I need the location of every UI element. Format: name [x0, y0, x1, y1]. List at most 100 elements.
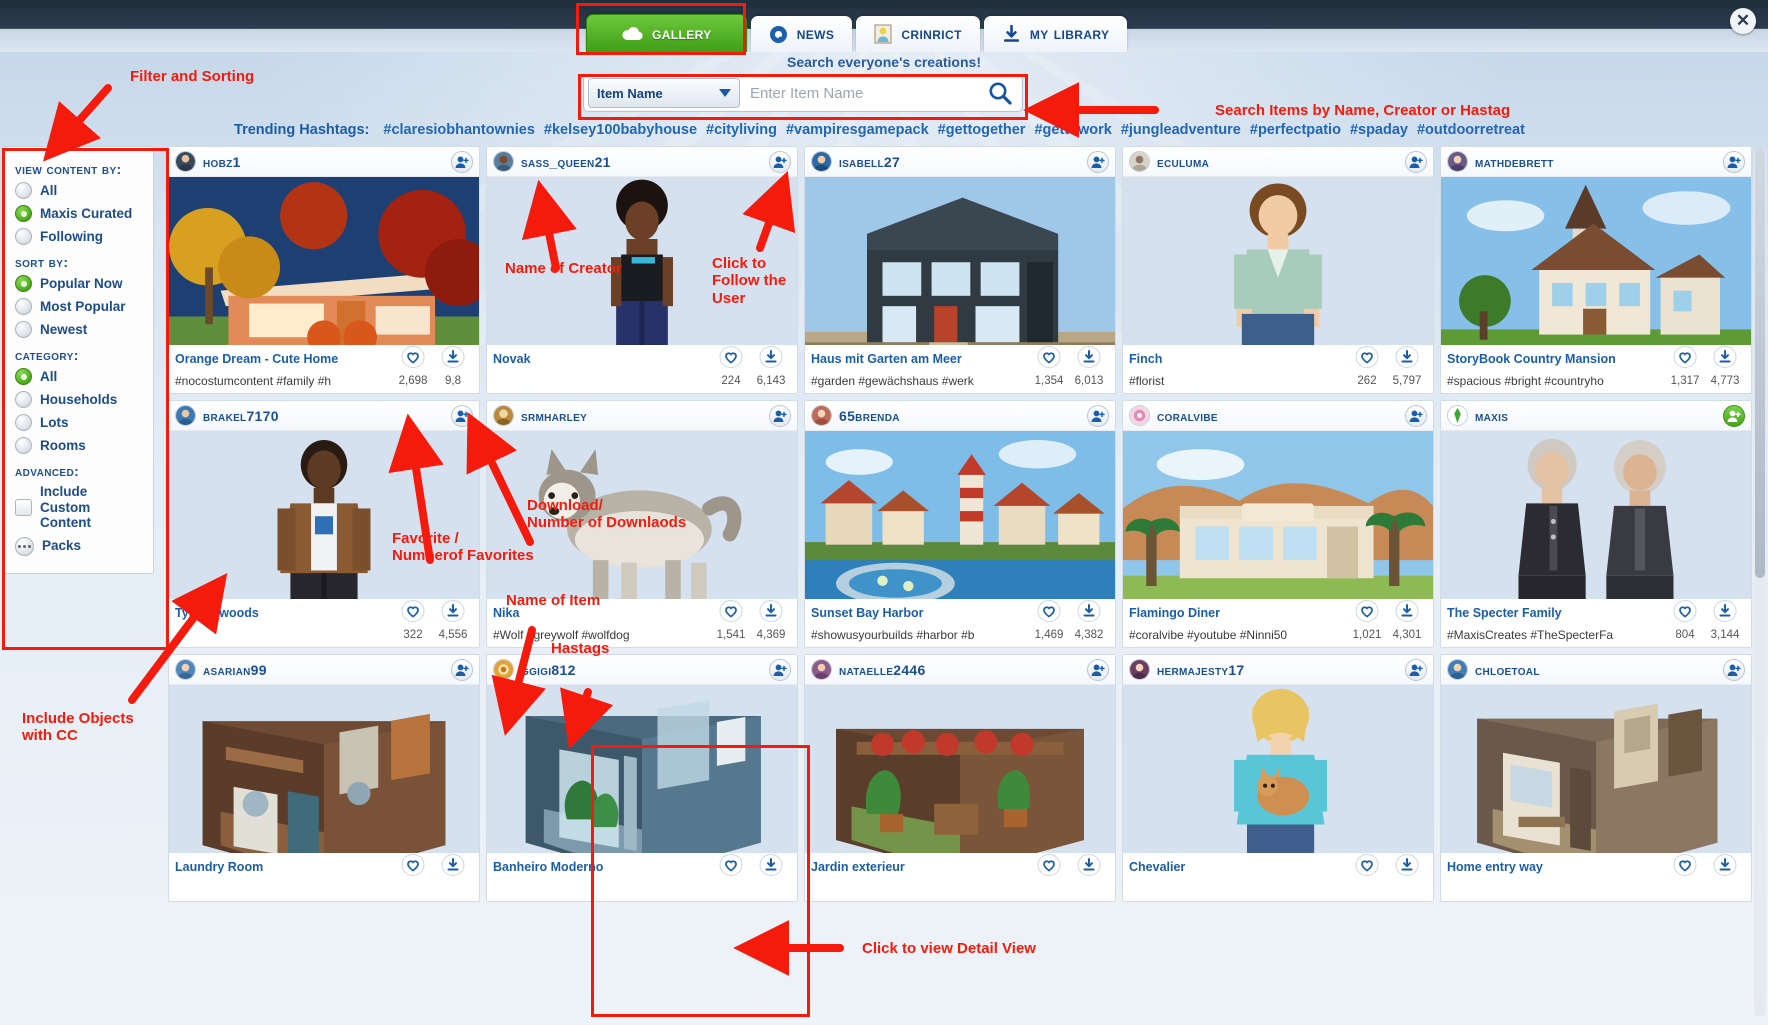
follow-user-button[interactable] [769, 404, 791, 427]
follow-user-button[interactable] [769, 658, 791, 681]
card-creator-name[interactable]: Hobz1 [203, 154, 444, 170]
download-button[interactable] [1077, 345, 1101, 373]
card-thumbnail[interactable] [1441, 685, 1751, 853]
card-creator-name[interactable]: Isabell27 [839, 154, 1080, 170]
follow-user-button[interactable] [451, 658, 473, 681]
gallery-card[interactable]: Nataelle2446 [804, 654, 1116, 902]
favorite-button[interactable] [719, 345, 743, 373]
hashtag-link[interactable]: #kelsey100babyhouse [544, 122, 697, 138]
card-thumbnail[interactable] [487, 431, 797, 599]
card-item-name[interactable]: StoryBook Country Mansion [1447, 352, 1665, 366]
card-item-name[interactable]: Sunset Bay Harbor [811, 606, 1029, 620]
card-creator-name[interactable]: Nataelle2446 [839, 662, 1080, 678]
card-creator-name[interactable]: Mathdebrett [1475, 154, 1716, 170]
hashtag-link[interactable]: #jungleadventure [1121, 122, 1241, 138]
download-button[interactable] [1713, 599, 1737, 627]
main-tab-bar[interactable]: Gallery News Crinrict My Library [586, 10, 1128, 52]
gallery-card[interactable]: Maxis [1440, 400, 1752, 648]
favorite-button[interactable] [1355, 345, 1379, 373]
sidebar-option-lots[interactable]: Lots [15, 411, 145, 434]
download-button[interactable] [1395, 853, 1419, 881]
favorite-button[interactable] [401, 853, 425, 881]
favorite-button[interactable] [1355, 599, 1379, 627]
card-item-name[interactable]: The Specter Family [1447, 606, 1665, 620]
gallery-card[interactable]: 65Brenda [804, 400, 1116, 648]
download-button[interactable] [759, 599, 783, 627]
gallery-card[interactable]: Hermajesty17 [1122, 654, 1434, 902]
gallery-card[interactable]: Coralvibe [1122, 400, 1434, 648]
card-item-name[interactable]: Tyrone woods [175, 606, 393, 620]
download-button[interactable] [1713, 345, 1737, 373]
gallery-card[interactable]: Sass_Queen21 [486, 146, 798, 394]
favorite-button[interactable] [1037, 345, 1061, 373]
download-button[interactable] [759, 853, 783, 881]
download-button[interactable] [759, 345, 783, 373]
card-creator-name[interactable]: Coralvibe [1157, 408, 1398, 424]
follow-user-button[interactable] [1723, 150, 1745, 173]
download-button[interactable] [1395, 599, 1419, 627]
card-thumbnail[interactable] [169, 685, 479, 853]
favorite-button[interactable] [1037, 853, 1061, 881]
gallery-card[interactable]: Isabell27 [804, 146, 1116, 394]
card-thumbnail[interactable] [1441, 431, 1751, 599]
favorite-button[interactable] [1673, 599, 1697, 627]
sidebar-option-newest[interactable]: Newest [15, 318, 145, 341]
follow-user-button-following[interactable] [1723, 404, 1745, 427]
gallery-card[interactable]: Srmharley [486, 400, 798, 648]
close-window-button[interactable]: ✕ [1730, 8, 1756, 34]
card-thumbnail[interactable] [1123, 177, 1433, 345]
follow-user-button[interactable] [1405, 150, 1427, 173]
favorite-button[interactable] [1673, 345, 1697, 373]
card-creator-name[interactable]: 65Brenda [839, 408, 1080, 424]
sidebar-option-popular-now[interactable]: Popular Now [15, 272, 145, 295]
sidebar-option-rooms[interactable]: Rooms [15, 434, 145, 457]
card-item-name[interactable]: Finch [1129, 352, 1347, 366]
hashtag-link[interactable]: #outdoorretreat [1417, 122, 1525, 138]
card-creator-name[interactable]: Eculuma [1157, 154, 1398, 170]
scrollbar-thumb[interactable] [1755, 148, 1765, 578]
hashtag-link[interactable]: #spaday [1350, 122, 1408, 138]
download-button[interactable] [1713, 853, 1737, 881]
favorite-button[interactable] [719, 599, 743, 627]
search-input[interactable] [740, 84, 978, 102]
card-thumbnail[interactable] [1123, 685, 1433, 853]
follow-user-button[interactable] [1087, 658, 1109, 681]
download-button[interactable] [1395, 345, 1419, 373]
card-creator-name[interactable]: Ggigi812 [521, 662, 762, 678]
sidebar-option-category-all[interactable]: All [15, 365, 145, 388]
card-item-name[interactable]: Novak [493, 352, 711, 366]
hashtag-link[interactable]: #gettogether [938, 122, 1026, 138]
card-item-name[interactable]: Laundry Room [175, 860, 393, 874]
gallery-card[interactable]: Hobz1 [168, 146, 480, 394]
card-thumbnail[interactable] [1123, 431, 1433, 599]
favorite-button[interactable] [401, 345, 425, 373]
favorite-button[interactable] [1673, 853, 1697, 881]
card-creator-name[interactable]: Chloetoal [1475, 662, 1716, 678]
gallery-card[interactable]: Brakel7170 [168, 400, 480, 648]
follow-user-button[interactable] [1723, 658, 1745, 681]
search-type-dropdown[interactable]: Item Name [588, 78, 740, 108]
download-button[interactable] [441, 345, 465, 373]
card-item-name[interactable]: Chevalier [1129, 860, 1347, 874]
hashtag-link[interactable]: #claresiobhantownies [383, 122, 535, 138]
tab-gallery[interactable]: Gallery [586, 14, 747, 52]
card-item-name[interactable]: Flamingo Diner [1129, 606, 1347, 620]
hashtag-link[interactable]: #perfectpatio [1250, 122, 1341, 138]
card-item-name[interactable]: Jardin exterieur [811, 860, 1029, 874]
hashtag-link[interactable]: #cityliving [706, 122, 777, 138]
card-thumbnail[interactable] [169, 177, 479, 345]
sidebar-option-households[interactable]: Households [15, 388, 145, 411]
card-item-name[interactable]: Orange Dream - Cute Home [175, 352, 393, 366]
sidebar-option-packs[interactable]: Packs [15, 534, 145, 559]
download-button[interactable] [441, 853, 465, 881]
sidebar-option-most-popular[interactable]: Most Popular [15, 295, 145, 318]
card-creator-name[interactable]: Srmharley [521, 408, 762, 424]
card-thumbnail[interactable] [805, 177, 1115, 345]
card-creator-name[interactable]: Brakel7170 [203, 408, 444, 424]
favorite-button[interactable] [1037, 599, 1061, 627]
sidebar-option-all[interactable]: All [15, 179, 145, 202]
sidebar-option-maxis-curated[interactable]: Maxis Curated [15, 202, 145, 225]
card-creator-name[interactable]: Asarian99 [203, 662, 444, 678]
card-thumbnail[interactable] [1441, 177, 1751, 345]
tab-my-library[interactable]: My Library [983, 16, 1128, 52]
